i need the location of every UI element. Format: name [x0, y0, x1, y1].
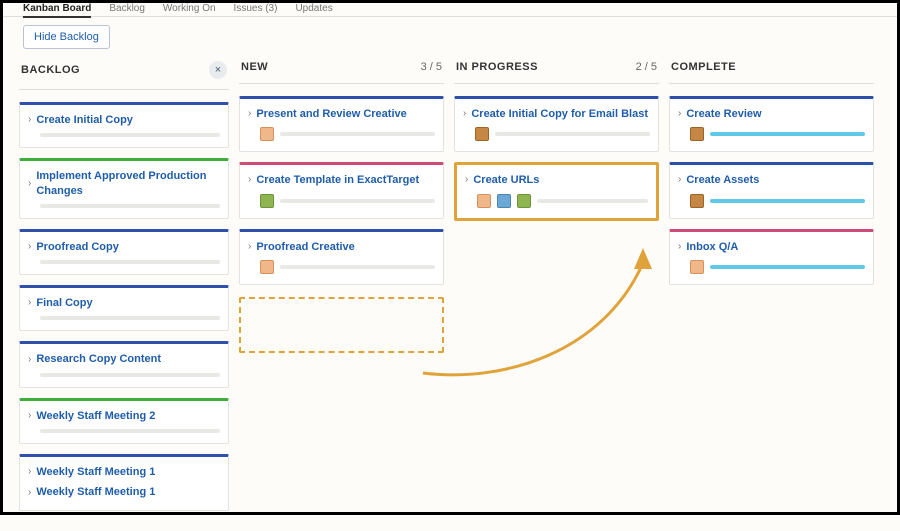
avatar-icon: [260, 194, 274, 208]
avatar-icon: [690, 260, 704, 274]
chevron-right-icon: ›: [28, 355, 31, 365]
column-title: COMPLETE: [671, 61, 736, 73]
card[interactable]: › Final Copy: [19, 285, 229, 331]
avatar-icon: [690, 127, 704, 141]
card[interactable]: › Inbox Q/A: [669, 229, 874, 285]
chevron-right-icon: ›: [28, 115, 31, 125]
tab-updates[interactable]: Updates: [295, 3, 332, 16]
card-title[interactable]: Create Initial Copy: [36, 113, 133, 127]
card-title[interactable]: Create Initial Copy for Email Blast: [471, 107, 648, 121]
card-title[interactable]: Create URLs: [473, 173, 539, 187]
column-header: NEW 3 / 5: [239, 57, 444, 84]
nav-tabs: Kanban Board Backlog Working On Issues (…: [3, 3, 897, 17]
progress-bar: [495, 132, 650, 136]
card-title[interactable]: Implement Approved Production Changes: [36, 169, 220, 198]
card[interactable]: › Proofread Copy: [19, 229, 229, 275]
avatar-icon: [475, 127, 489, 141]
progress-bar: [40, 260, 220, 264]
tab-issues[interactable]: Issues (3): [234, 3, 278, 16]
progress-bar: [710, 199, 865, 203]
tab-working-on[interactable]: Working On: [163, 3, 216, 16]
chevron-right-icon: ›: [28, 179, 31, 189]
chevron-right-icon: ›: [678, 109, 681, 119]
progress-bar: [280, 265, 435, 269]
progress-bar: [40, 316, 220, 320]
progress-bar: [280, 199, 435, 203]
avatar-icon: [497, 194, 511, 208]
chevron-right-icon: ›: [248, 175, 251, 185]
progress-bar: [710, 132, 865, 136]
card-title[interactable]: Create Assets: [686, 173, 759, 187]
card-title[interactable]: Research Copy Content: [36, 352, 161, 366]
column-new: NEW 3 / 5 › Present and Review Creative …: [239, 57, 444, 521]
hide-backlog-button[interactable]: Hide Backlog: [23, 25, 110, 49]
kanban-board: BACKLOG × › Create Initial Copy › Implem…: [3, 57, 897, 531]
progress-bar: [40, 204, 220, 208]
column-count: 2 / 5: [636, 61, 657, 73]
column-backlog: BACKLOG × › Create Initial Copy › Implem…: [19, 57, 229, 521]
avatar-icon: [477, 194, 491, 208]
tab-kanban-board[interactable]: Kanban Board: [23, 3, 91, 18]
column-title: NEW: [241, 61, 268, 73]
chevron-right-icon: ›: [28, 467, 31, 477]
column-title: BACKLOG: [21, 64, 80, 76]
tab-backlog[interactable]: Backlog: [109, 3, 145, 16]
card[interactable]: › Proofread Creative: [239, 229, 444, 285]
card-title[interactable]: Proofread Copy: [36, 240, 119, 254]
progress-bar: [40, 373, 220, 377]
avatar-icon: [260, 127, 274, 141]
chevron-right-icon: ›: [28, 488, 31, 498]
card-title[interactable]: Weekly Staff Meeting 1: [36, 485, 155, 499]
column-complete: COMPLETE › Create Review › Create Assets: [669, 57, 874, 521]
progress-bar: [280, 132, 435, 136]
card[interactable]: › Create Review: [669, 96, 874, 152]
card[interactable]: › Weekly Staff Meeting 1 › Weekly Staff …: [19, 454, 229, 511]
chevron-right-icon: ›: [465, 175, 468, 185]
chevron-right-icon: ›: [28, 298, 31, 308]
card-title[interactable]: Create Review: [686, 107, 761, 121]
card[interactable]: › Create Initial Copy for Email Blast: [454, 96, 659, 152]
column-header: COMPLETE: [669, 57, 874, 84]
card-title[interactable]: Create Template in ExactTarget: [256, 173, 419, 187]
progress-bar: [40, 133, 220, 137]
card-title[interactable]: Final Copy: [36, 296, 92, 310]
card[interactable]: › Weekly Staff Meeting 2: [19, 398, 229, 444]
column-in-progress: IN PROGRESS 2 / 5 › Create Initial Copy …: [454, 57, 659, 521]
card-title[interactable]: Present and Review Creative: [256, 107, 406, 121]
drop-zone[interactable]: [239, 297, 444, 353]
column-count: 3 / 5: [421, 61, 442, 73]
chevron-right-icon: ›: [248, 109, 251, 119]
progress-bar: [537, 199, 648, 203]
chevron-right-icon: ›: [463, 109, 466, 119]
card[interactable]: › Create Initial Copy: [19, 102, 229, 148]
chevron-right-icon: ›: [678, 175, 681, 185]
close-icon[interactable]: ×: [209, 61, 227, 79]
card-title[interactable]: Weekly Staff Meeting 2: [36, 409, 155, 423]
card[interactable]: › Create Assets: [669, 162, 874, 218]
column-header: IN PROGRESS 2 / 5: [454, 57, 659, 84]
card-title[interactable]: Inbox Q/A: [686, 240, 738, 254]
chevron-right-icon: ›: [28, 411, 31, 421]
card[interactable]: › Create Template in ExactTarget: [239, 162, 444, 218]
avatar-icon: [517, 194, 531, 208]
progress-bar: [710, 265, 865, 269]
chevron-right-icon: ›: [28, 242, 31, 252]
card-highlighted[interactable]: › Create URLs: [454, 162, 659, 220]
chevron-right-icon: ›: [678, 242, 681, 252]
card[interactable]: › Implement Approved Production Changes: [19, 158, 229, 219]
avatar-icon: [260, 260, 274, 274]
toolbar: Hide Backlog: [3, 17, 897, 57]
card[interactable]: › Research Copy Content: [19, 341, 229, 387]
avatar-icon: [690, 194, 704, 208]
card-title[interactable]: Proofread Creative: [256, 240, 354, 254]
column-header: BACKLOG ×: [19, 57, 229, 90]
card[interactable]: › Present and Review Creative: [239, 96, 444, 152]
chevron-right-icon: ›: [248, 242, 251, 252]
card-title[interactable]: Weekly Staff Meeting 1: [36, 465, 155, 479]
progress-bar: [40, 429, 220, 433]
column-title: IN PROGRESS: [456, 61, 538, 73]
